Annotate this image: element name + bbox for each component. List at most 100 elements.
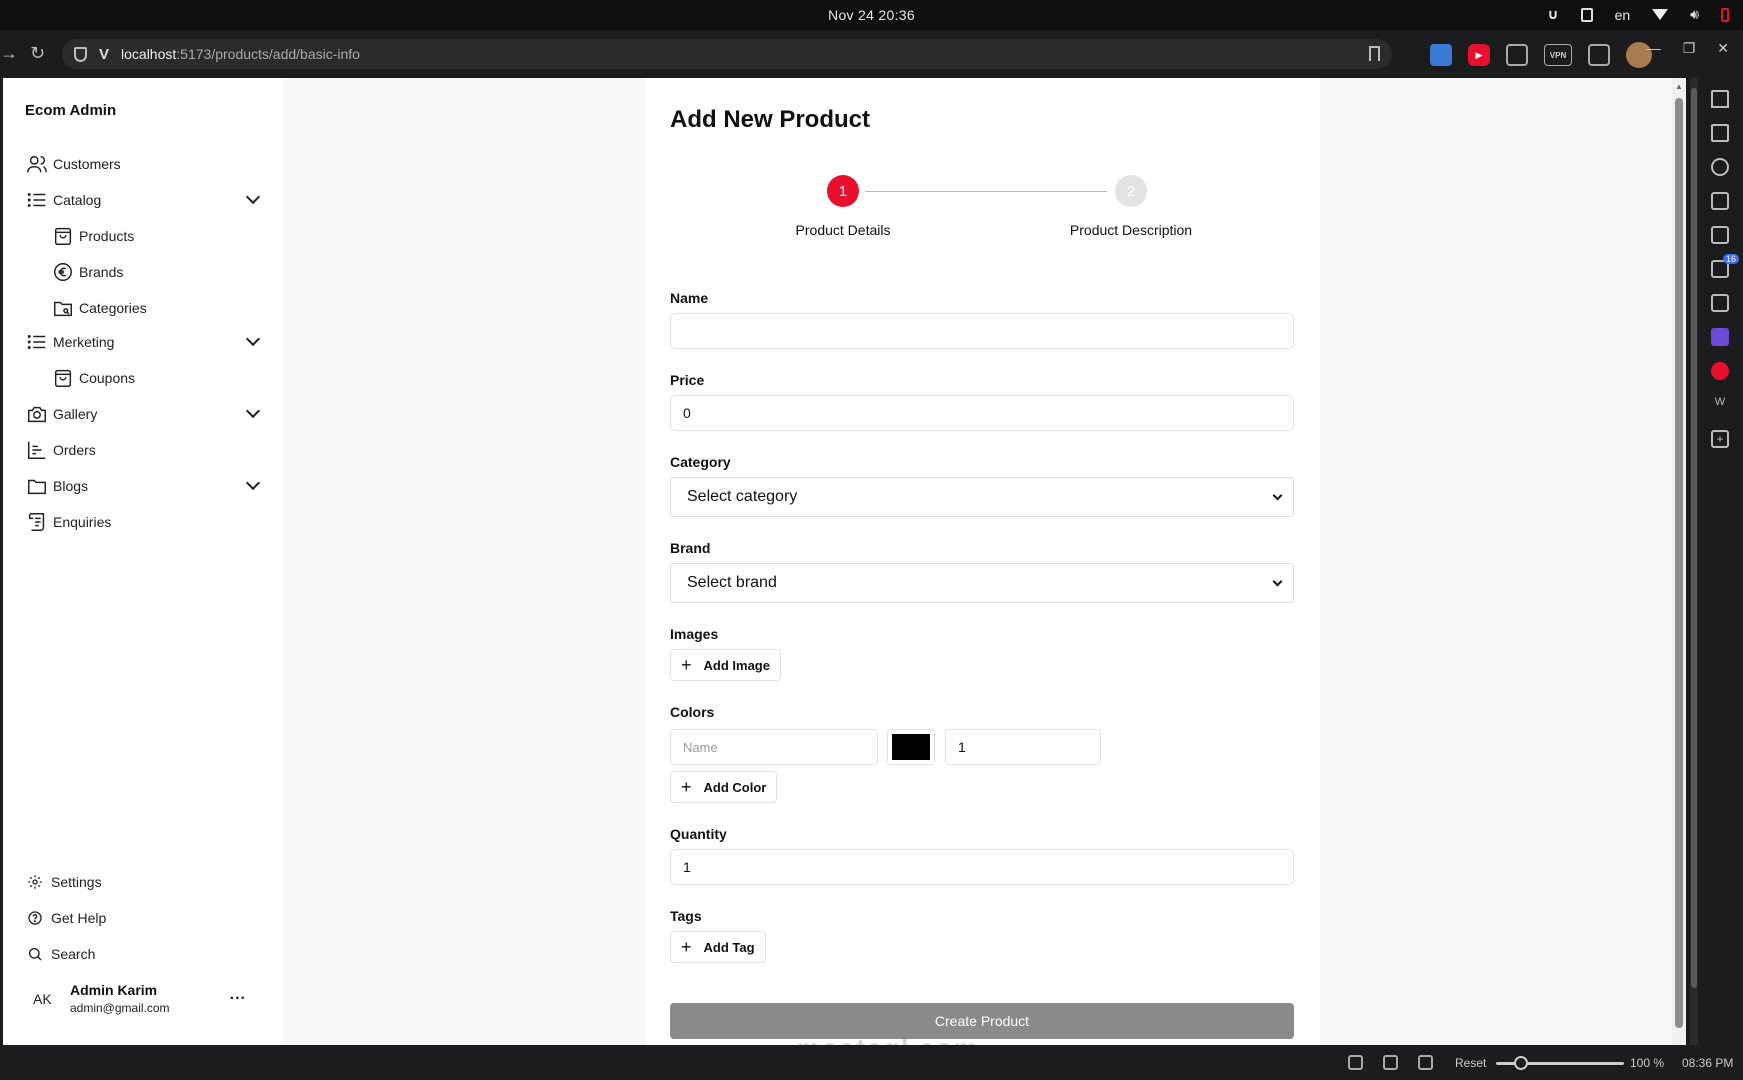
help-circle-icon <box>25 906 45 930</box>
color-quantity-input[interactable]: 1 <box>945 729 1101 765</box>
sidebar-item-coupons[interactable]: Coupons <box>51 360 270 396</box>
sidebar-item-gallery[interactable]: Gallery <box>25 396 270 432</box>
sidebar-item-categories[interactable]: Categories <box>51 290 270 326</box>
add-tag-button[interactable]: + Add Tag <box>670 931 766 963</box>
color-picker[interactable] <box>887 729 935 765</box>
brand-title: Ecom Admin <box>25 102 117 119</box>
vivaldi-panel-icon[interactable] <box>1711 362 1729 380</box>
mastodon-panel-icon[interactable] <box>1711 328 1729 346</box>
history-panel-icon[interactable] <box>1711 158 1729 176</box>
mail-panel-icon[interactable]: 16 <box>1711 254 1740 278</box>
youtube-extension-icon[interactable]: ▶ <box>1468 44 1490 66</box>
chevron-down-icon[interactable] <box>245 475 261 491</box>
url-path: :5173/products/add/basic-info <box>176 46 360 62</box>
capture-icon[interactable] <box>1348 1055 1363 1070</box>
chevron-down-icon[interactable] <box>245 331 261 347</box>
vivaldi-icon: V <box>99 45 110 63</box>
page-scrollbar[interactable]: ▲ <box>1672 78 1686 1045</box>
scrollbar-thumb[interactable] <box>1675 98 1683 1028</box>
more-options-icon[interactable]: ... <box>230 986 246 1004</box>
reload-icon[interactable]: ↻ <box>30 43 45 64</box>
sidebar-item-catalog[interactable]: Catalog <box>25 182 270 218</box>
sidebar-item-blogs[interactable]: Blogs <box>25 468 270 504</box>
color-name-input[interactable]: Name <box>670 729 878 765</box>
add-panel-icon[interactable]: + <box>1711 430 1729 448</box>
chevron-down-icon[interactable] <box>245 403 261 419</box>
step-1-label: Product Details <box>795 222 891 238</box>
price-field[interactable]: 0 <box>670 395 1294 431</box>
quantity-field[interactable]: 1 <box>670 849 1294 885</box>
brand-select[interactable]: Select brand <box>670 563 1294 603</box>
camera-icon[interactable] <box>1506 44 1528 66</box>
plus-icon: + <box>681 937 692 957</box>
downloads-panel-icon[interactable] <box>1711 124 1729 142</box>
zoom-slider-knob[interactable] <box>1514 1056 1528 1070</box>
sidebar-item-brands[interactable]: Brands <box>51 254 270 290</box>
translate-panel-icon[interactable] <box>1711 226 1729 244</box>
language-indicator[interactable]: en <box>1615 7 1631 23</box>
capture-extension-icon[interactable] <box>1430 44 1452 66</box>
add-color-button[interactable]: + Add Color <box>670 771 778 803</box>
os-top-bar: Nov 24 20:36 ∪ en 🔊︎ <box>0 0 1743 30</box>
sidebar-item-settings[interactable]: Settings <box>25 864 270 900</box>
zoom-slider[interactable] <box>1496 1056 1624 1070</box>
step-2-indicator[interactable]: 2 <box>1115 175 1147 207</box>
euro-icon <box>51 260 75 284</box>
volume-icon[interactable]: 🔊︎ <box>1690 6 1699 23</box>
step-connector <box>865 191 1107 192</box>
forward-icon[interactable]: → <box>0 43 18 64</box>
step-1-indicator[interactable]: 1 <box>827 175 859 207</box>
shopping-bag-icon <box>51 224 75 248</box>
sidebar-item-label: Search <box>51 946 96 962</box>
sidebar-item-search[interactable]: Search <box>25 936 270 972</box>
wikipedia-panel-icon[interactable]: W <box>1711 396 1729 414</box>
panel-scrollbar[interactable] <box>1690 78 1698 1045</box>
tiling-icon[interactable] <box>1383 1055 1398 1070</box>
app-u-icon[interactable]: ∪ <box>1547 6 1558 23</box>
sidebar-item-marketing[interactable]: Merketing <box>25 324 270 360</box>
sidebar-item-customers[interactable]: Customers <box>25 146 270 182</box>
url-host: localhost <box>121 46 177 62</box>
wifi-icon[interactable] <box>1652 9 1669 20</box>
chevron-down-icon <box>1272 576 1283 587</box>
calendar-panel-icon[interactable] <box>1711 192 1729 210</box>
marketing-submenu: Coupons <box>25 360 270 396</box>
user-profile[interactable]: AK Admin Karim admin@gmail.com ... <box>25 982 270 1022</box>
vpn-icon[interactable]: VPN <box>1544 44 1572 66</box>
bookmark-icon[interactable] <box>1369 46 1380 61</box>
category-select[interactable]: Select category <box>670 477 1294 517</box>
bookmarks-panel-icon[interactable] <box>1711 90 1729 108</box>
sidebar-item-enquiries[interactable]: Enquiries <box>25 504 270 540</box>
url-text[interactable]: localhost:5173/products/add/basic-info <box>121 46 360 62</box>
name-field[interactable] <box>670 313 1294 349</box>
sidebar-item-label: Gallery <box>53 406 98 422</box>
scroll-up-icon[interactable]: ▲ <box>1675 82 1683 91</box>
panel-scrollbar-thumb[interactable] <box>1691 88 1697 988</box>
add-image-button[interactable]: + Add Image <box>670 649 781 681</box>
folder-icon <box>25 474 49 498</box>
sync-icon[interactable] <box>1418 1055 1433 1070</box>
battery-icon[interactable] <box>1721 7 1729 22</box>
zoom-reset-button[interactable]: Reset <box>1455 1056 1486 1070</box>
maximize-icon[interactable]: ❐ <box>1683 40 1696 57</box>
sidebar-item-orders[interactable]: Orders <box>25 432 270 468</box>
minimize-icon[interactable]: — <box>1647 40 1661 57</box>
sidebar-item-help[interactable]: Get Help <box>25 900 270 936</box>
os-tray: ∪ en 🔊︎ <box>1547 6 1729 23</box>
window-controls: — ❐ ✕ <box>1647 40 1729 57</box>
bar-chart-icon <box>25 438 49 462</box>
sidebar-item-products[interactable]: Products <box>51 218 270 254</box>
notes-panel-icon[interactable] <box>1711 294 1729 312</box>
shield-icon[interactable] <box>74 46 87 62</box>
add-tag-label: Add Tag <box>703 939 755 955</box>
sidebar-item-label: Brands <box>79 264 124 280</box>
list-icon <box>25 330 49 354</box>
close-icon[interactable]: ✕ <box>1717 40 1729 57</box>
browser-toolbar: → ↻ V localhost:5173/products/add/basic-… <box>0 30 1743 78</box>
gift-icon[interactable] <box>1588 44 1610 66</box>
add-product-form: Add New Product 1 2 Product Details Prod… <box>646 78 1320 1045</box>
address-bar[interactable]: V localhost:5173/products/add/basic-info <box>62 39 1392 69</box>
tags-label: Tags <box>670 908 702 924</box>
chevron-down-icon[interactable] <box>245 189 261 205</box>
clipboard-icon[interactable] <box>1580 7 1593 22</box>
